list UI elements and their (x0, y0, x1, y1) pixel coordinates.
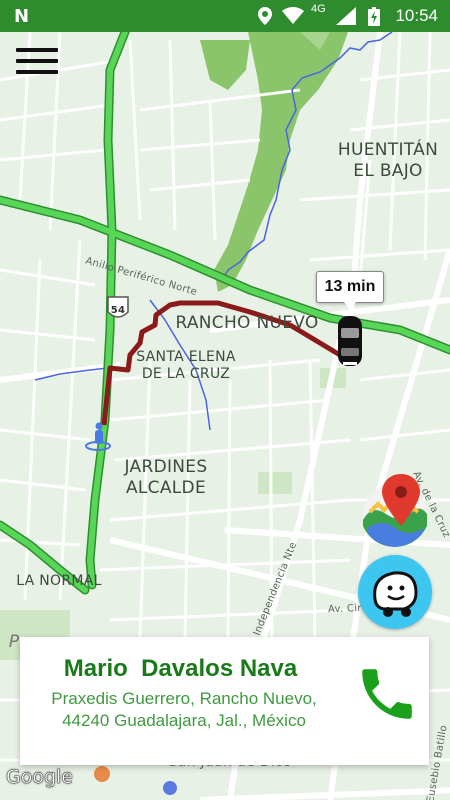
park-area (258, 472, 292, 494)
signal-icon (336, 7, 356, 25)
contact-card: Mario Davalos Nava Praxedis Guerrero, Ra… (20, 637, 429, 765)
google-maps-icon (363, 474, 427, 547)
eta-badge: 13 min (316, 271, 384, 309)
google-attribution-logo: Google (6, 766, 74, 788)
map-label-jardines-alcalde: JARDINES ALCALDE (124, 457, 208, 498)
waze-icon (373, 571, 418, 617)
open-waze-button[interactable] (358, 555, 432, 629)
contact-name: Mario Davalos Nava (63, 655, 298, 682)
map-label-huentitan: HUENTITÁN EL BAJO (337, 140, 439, 181)
menu-button[interactable] (16, 46, 60, 80)
map-label-santa-elena: SANTA ELENA DE LA CRUZ (136, 349, 236, 382)
map-label-la-normal: LA NORMAL (16, 573, 102, 589)
call-button[interactable] (354, 661, 420, 727)
contact-address: Praxedis Guerrero, Rancho Nuevo, 44240 G… (51, 689, 317, 730)
status-time: 10:54 (395, 6, 438, 25)
battery-charging-icon (368, 7, 380, 26)
map-label-rancho-nuevo: RANCHO NUEVO (175, 313, 319, 333)
network-type: 4G (311, 3, 326, 15)
app-notification-icon: N (14, 6, 30, 27)
open-google-maps-button[interactable] (362, 474, 428, 548)
wifi-icon (282, 7, 304, 24)
location-pin-icon (258, 7, 272, 25)
phone-icon (362, 669, 412, 719)
highway-shield-number: 54 (110, 305, 126, 316)
status-bar: N 4G 10:54 (0, 0, 450, 32)
car-marker (338, 316, 362, 366)
